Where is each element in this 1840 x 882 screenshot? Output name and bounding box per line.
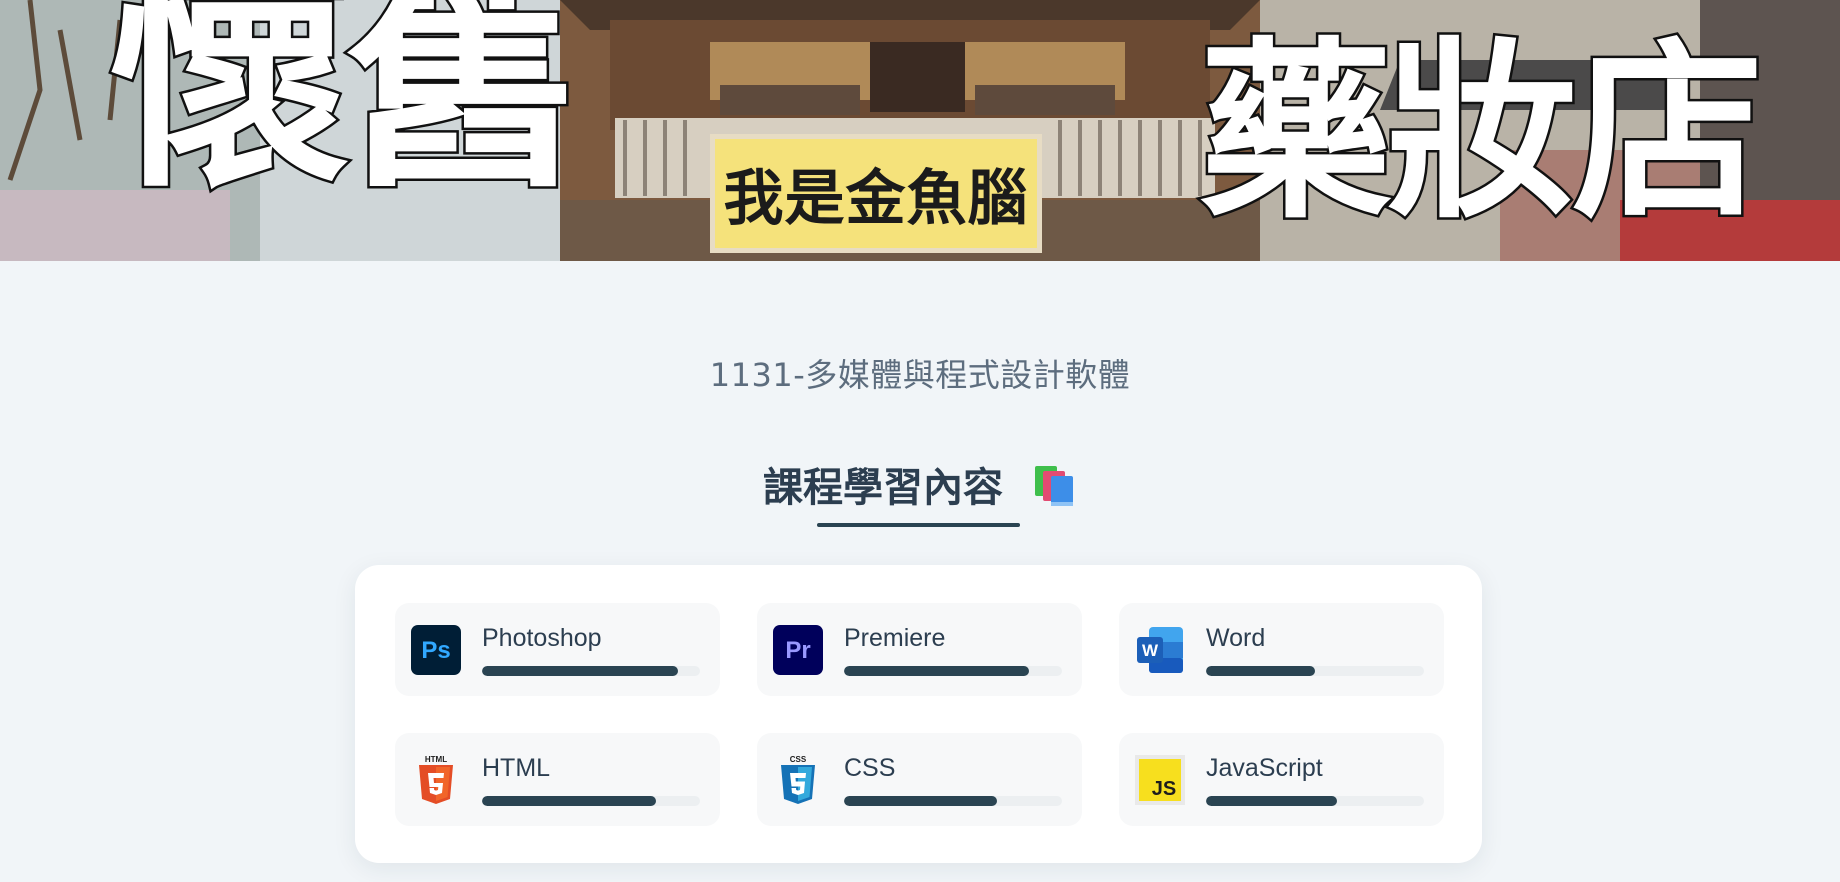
- skill-progress-fill: [1206, 796, 1337, 806]
- skill-item-premiere: Pr Premiere: [757, 603, 1082, 696]
- books-icon: [1033, 462, 1077, 518]
- title-underline: [817, 523, 1020, 527]
- skill-progress-fill: [482, 666, 679, 676]
- svg-text:HTML: HTML: [425, 755, 447, 764]
- css3-icon: CSS: [773, 755, 823, 805]
- course-subtitle: 1131-多媒體與程式設計軟體: [709, 356, 1131, 394]
- skill-progress-track: [1206, 666, 1424, 676]
- photoshop-icon: Ps: [411, 625, 461, 675]
- skill-name: Premiere: [844, 624, 946, 652]
- svg-text:JS: JS: [1152, 778, 1176, 800]
- skill-name: JavaScript: [1206, 754, 1323, 782]
- javascript-icon: JS: [1135, 755, 1185, 805]
- skill-item-html: HTML HTML: [395, 733, 720, 826]
- skill-progress-track: [844, 796, 1062, 806]
- word-icon: W: [1135, 625, 1185, 675]
- svg-text:Pr: Pr: [785, 637, 810, 664]
- svg-text:Ps: Ps: [421, 637, 450, 664]
- skill-name: CSS: [844, 754, 896, 782]
- skills-card: Ps Photoshop Pr Premiere W Word HTML HTM…: [355, 565, 1482, 863]
- skill-progress-fill: [844, 796, 997, 806]
- hero-title-right: 藥妝店: [1198, 22, 1767, 245]
- skill-name: Photoshop: [482, 624, 602, 652]
- hero-title-left: 懷舊: [107, 0, 584, 220]
- skill-progress-fill: [1206, 666, 1315, 676]
- svg-text:W: W: [1142, 641, 1159, 660]
- skill-name: Word: [1206, 624, 1266, 652]
- skill-progress-track: [482, 666, 700, 676]
- skill-name: HTML: [482, 754, 551, 782]
- hero-sign: 我是金魚腦: [710, 134, 1042, 253]
- hero-banner: 懷舊 我是金魚腦 藥妝店: [0, 0, 1840, 261]
- skill-item-javascript: JS JavaScript: [1119, 733, 1444, 826]
- skill-item-word: W Word: [1119, 603, 1444, 696]
- skill-progress-fill: [844, 666, 1030, 676]
- premiere-icon: Pr: [773, 625, 823, 675]
- skill-progress-track: [844, 666, 1062, 676]
- skill-progress-track: [482, 796, 700, 806]
- skill-item-photoshop: Ps Photoshop: [395, 603, 720, 696]
- skill-item-css: CSS CSS: [757, 733, 1082, 826]
- section-heading: 課程學習內容: [0, 455, 1840, 518]
- skill-progress-track: [1206, 796, 1424, 806]
- section-title: 課程學習內容: [763, 465, 1004, 511]
- skill-progress-fill: [482, 796, 657, 806]
- html5-icon: HTML: [411, 755, 461, 805]
- svg-text:CSS: CSS: [790, 755, 807, 764]
